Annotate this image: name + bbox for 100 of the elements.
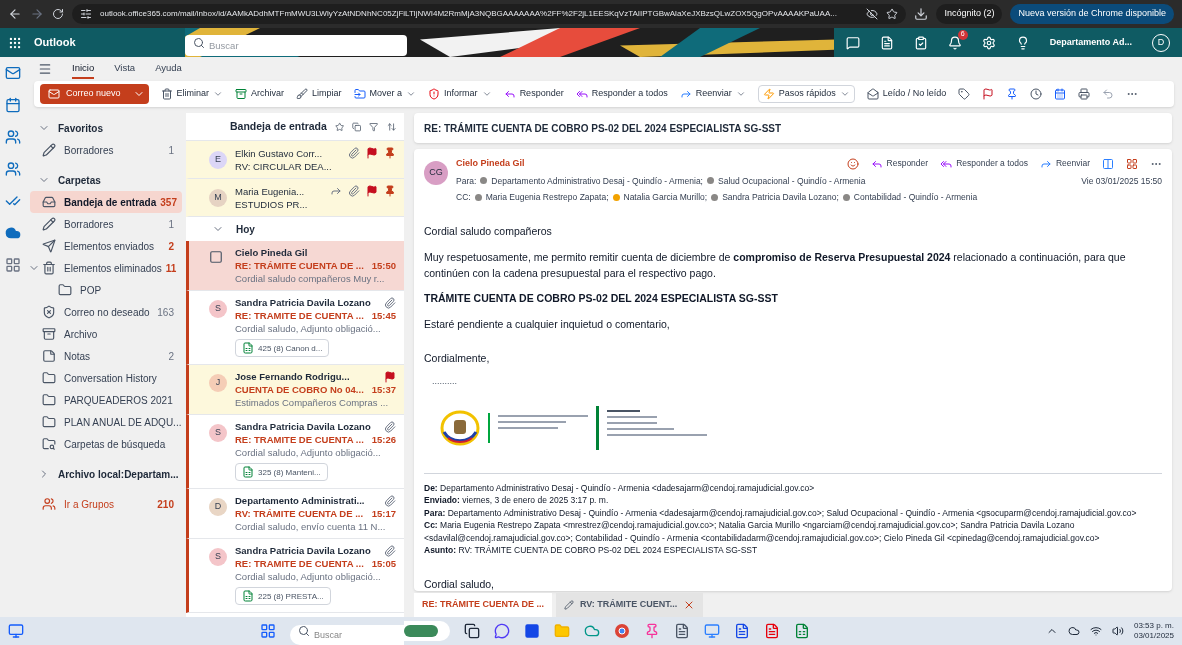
folder-item[interactable]: Elementos enviados 2 <box>30 235 182 257</box>
pin-icon[interactable] <box>1006 88 1019 100</box>
folder-item[interactable]: Elementos eliminados 11 <box>30 257 182 279</box>
chevron-down-icon[interactable] <box>213 89 224 99</box>
recipient-name[interactable]: Departamento Administrativo Desaj - Quindío - Armenia; <box>491 174 703 188</box>
toolbar-button[interactable]: Informar <box>428 87 492 101</box>
recipient-name[interactable]: Maria Eugenia Restrepo Zapata; <box>485 191 609 204</box>
group-header[interactable]: Hoy <box>236 221 255 237</box>
section-title[interactable]: Carpetas <box>58 172 101 188</box>
people-icon[interactable] <box>5 129 21 145</box>
start-icon[interactable] <box>259 623 276 639</box>
update-button[interactable]: Nueva versión de Chrome disponible <box>1010 4 1174 24</box>
message-action[interactable]: Reenviar <box>1039 157 1090 171</box>
pin-icon[interactable] <box>384 185 396 197</box>
toolbar-button[interactable]: Limpiar <box>296 87 342 101</box>
toolbar-button[interactable]: Responder <box>503 87 564 101</box>
clock-date[interactable]: 03/01/2025 <box>1133 631 1174 641</box>
message-action[interactable]: Responder <box>870 157 929 171</box>
attachment-chip[interactable]: 225 (8) PRESTA... <box>235 587 331 605</box>
folder-item[interactable]: Borradores 1 <box>30 139 182 161</box>
select-icon[interactable] <box>352 120 362 133</box>
attachment-chip[interactable]: 325 (8) Manteni... <box>235 463 328 481</box>
folder-item[interactable]: PLAN ANUAL DE ADQU... <box>30 411 182 433</box>
checkbox[interactable] <box>209 250 223 264</box>
task-view-icon[interactable] <box>463 623 480 639</box>
chat-icon[interactable] <box>493 623 510 639</box>
folder-item[interactable]: Bandeja de entrada 357 <box>30 191 182 213</box>
toolbar-button[interactable]: Mover a <box>353 87 417 101</box>
network-icon[interactable] <box>1089 625 1102 637</box>
toolbar-button[interactable]: Pasos rápidos <box>757 85 855 103</box>
message-item[interactable]: E Elkin Gustavo Corr... RV: CIRCULAR DEA... <box>186 141 404 179</box>
chevron-down-icon[interactable] <box>481 89 492 99</box>
new-mail-button[interactable]: Correo nuevo <box>40 84 149 104</box>
cloud-icon[interactable] <box>1067 625 1080 637</box>
settings-icon[interactable] <box>981 35 996 50</box>
ribbon-tab[interactable]: Ayuda <box>155 59 182 79</box>
groups-icon[interactable] <box>5 161 21 177</box>
flag-icon[interactable] <box>366 147 378 159</box>
toolbar-button[interactable]: Leído / No leído <box>866 87 947 101</box>
app-launcher-icon[interactable] <box>8 35 22 50</box>
apps-icon[interactable] <box>5 257 21 273</box>
desktop-icon[interactable] <box>8 623 24 639</box>
message-item[interactable]: Cielo Pineda Gil RE: TRÁMITE CUENTA DE ... 15:50 Cordial saludo compañeros Muy r... <box>186 241 404 291</box>
message-tab[interactable]: RV: TRÁMITE CUENT... <box>556 593 704 617</box>
print-icon[interactable] <box>1078 88 1091 100</box>
groups-link[interactable]: Ir a Grupos 210 <box>26 493 186 515</box>
message-item[interactable]: S Sandra Patricia Davila Lozano RE: TRAMITE DE CUENTA ... 15:26 Cordial saludo, Adjunto obligació... 325 (8) Manteni... <box>186 415 404 489</box>
star-icon[interactable] <box>886 8 899 20</box>
flag-icon[interactable] <box>366 185 378 197</box>
chrome-icon[interactable] <box>613 623 630 639</box>
message-item[interactable]: J Jose Fernando Rodrigu... CUENTA DE COBRO No 04... 15:37 Estimados Compañeros Compras ... <box>186 365 404 415</box>
flag-icon[interactable] <box>982 88 995 100</box>
sender-name[interactable]: Cielo Pineda Gil <box>456 157 835 171</box>
clock-time[interactable]: 03:53 p. m. <box>1133 621 1174 631</box>
clock-icon[interactable] <box>1030 88 1043 100</box>
eye-off-icon[interactable] <box>866 8 879 20</box>
smiley-icon[interactable] <box>846 157 859 170</box>
remote-desktop-icon[interactable] <box>703 623 720 639</box>
ribbon-tab[interactable]: Inicio <box>72 59 95 79</box>
clipboard-icon[interactable] <box>913 35 928 50</box>
bell-icon[interactable] <box>947 35 962 50</box>
tag-icon[interactable] <box>958 88 971 100</box>
chevron-down-icon[interactable] <box>735 89 746 99</box>
search-field[interactable]: Buscar <box>185 35 407 56</box>
document-icon[interactable] <box>879 35 894 50</box>
section-title[interactable]: Favoritos <box>58 120 103 136</box>
sort-icon[interactable] <box>386 120 396 133</box>
folder-item[interactable]: Archivo <box>30 323 182 345</box>
folder-item[interactable]: POP <box>30 279 182 301</box>
toolbar-button[interactable]: Responder a todos <box>575 87 668 101</box>
recipient-name[interactable]: Sandra Patricia Davila Lozano; <box>722 191 839 204</box>
attachment-chip[interactable]: 425 (8) Canon d... <box>235 339 330 357</box>
download-icon[interactable] <box>914 7 929 21</box>
back-icon[interactable] <box>8 7 22 21</box>
menu-icon[interactable] <box>38 62 52 76</box>
calendar-icon[interactable] <box>5 97 21 113</box>
recipient-name[interactable]: Salud Ocupacional - Quindío - Armenia <box>718 174 866 188</box>
volume-icon[interactable] <box>1111 625 1124 637</box>
folder-item[interactable]: Conversation History <box>30 367 182 389</box>
message-item[interactable]: D Departamento Administrati... RV: TRÁMITE CUENTA DE ... 15:17 Cordial saludo, envío cuenta 11 N... <box>186 489 404 539</box>
profile-chip[interactable]: Incógnito (2) <box>936 4 1003 24</box>
toolbar-button[interactable]: Reenviar <box>679 87 746 101</box>
star-icon[interactable] <box>334 120 345 133</box>
recipient-name[interactable]: Natalia Garcia Murillo; <box>623 191 708 204</box>
folder-item[interactable]: Carpetas de búsqueda <box>30 433 182 455</box>
site-settings-icon[interactable] <box>80 8 92 20</box>
excel-icon[interactable] <box>793 623 810 639</box>
toolbar-button[interactable]: Eliminar <box>160 87 224 101</box>
calendar-icon[interactable] <box>1054 88 1067 100</box>
section-title[interactable]: Archivo local:Departam... <box>58 466 179 482</box>
recipient-name[interactable]: Contabilidad - Quindío - Armenia <box>853 191 978 204</box>
message-tab[interactable]: RE: TRÁMITE CUENTA DE ... <box>414 593 552 617</box>
toolbar-button[interactable]: Archivar <box>235 87 285 101</box>
message-item[interactable]: M Maria Eugenia... ESTUDIOS PR... <box>186 179 404 217</box>
account-name[interactable]: Departamento Ad... <box>1049 35 1132 50</box>
folder-item[interactable]: PARQUEADEROS 2021 <box>30 389 182 411</box>
undo-icon[interactable] <box>1102 88 1115 100</box>
filter-icon[interactable] <box>369 120 379 133</box>
mail-icon[interactable] <box>5 65 21 81</box>
folder-item[interactable]: Correo no deseado 163 <box>30 301 182 323</box>
